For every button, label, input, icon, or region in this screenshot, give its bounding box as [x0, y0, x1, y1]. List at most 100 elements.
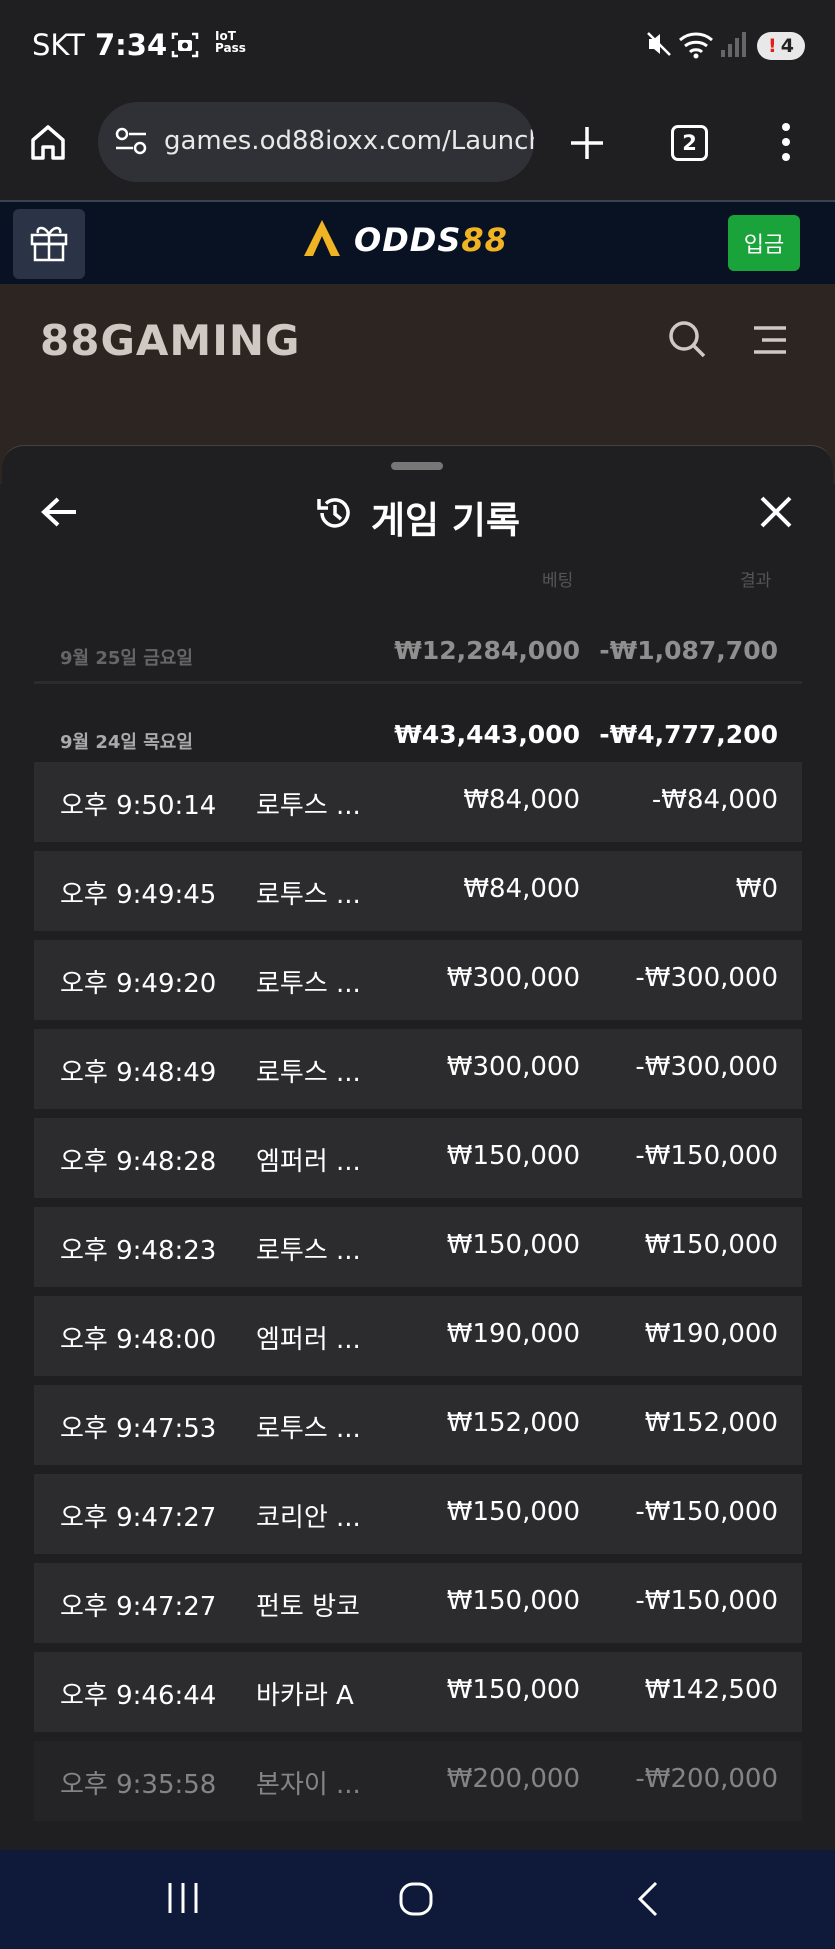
wifi-icon	[678, 30, 714, 64]
record-game: 바카라 A	[256, 1681, 354, 1711]
status-bar: SKT 7:34 IoT Pass ! 4	[0, 0, 835, 92]
record-time: 오후 9:49:20	[60, 969, 217, 999]
record-result: -₩150,000	[635, 1497, 778, 1527]
record-game: 코리안 ...	[256, 1503, 361, 1533]
record-time: 오후 9:46:44	[60, 1681, 217, 1711]
record-row[interactable]: 오후 9:47:27 코리안 ... ₩150,000 -₩150,000	[34, 1474, 802, 1554]
record-time: 오후 9:47:27	[60, 1592, 217, 1622]
record-game: 엠퍼러 ...	[256, 1147, 361, 1177]
pass-label: Pass	[215, 41, 246, 55]
record-row[interactable]: 오후 9:48:49 로투스 ... ₩300,000 -₩300,000	[34, 1029, 802, 1109]
record-bet: ₩300,000	[446, 963, 580, 993]
home-button-icon[interactable]	[398, 1881, 434, 1921]
record-row[interactable]: 오후 9:46:44 바카라 A ₩150,000 ₩142,500	[34, 1652, 802, 1732]
history-icon	[315, 493, 355, 542]
record-bet: ₩190,000	[446, 1319, 580, 1349]
record-result: -₩200,000	[635, 1764, 778, 1794]
record-result: ₩142,500	[644, 1675, 778, 1705]
search-icon[interactable]	[666, 318, 708, 364]
record-game: 로투스 ...	[256, 791, 361, 821]
carrier-label: SKT	[32, 28, 85, 62]
record-bet: ₩84,000	[463, 874, 580, 904]
drag-handle[interactable]	[391, 462, 443, 470]
signal-icon	[720, 30, 746, 62]
day-date: 9월 25일 금요일	[60, 648, 193, 669]
mute-icon	[645, 30, 673, 62]
game-history-sheet: 게임 기록 베팅 결과 9월 25일 금요일 ₩12,284,000 -₩1,0…	[2, 445, 833, 1850]
site-settings-icon[interactable]	[114, 126, 148, 160]
record-time: 오후 9:48:00	[60, 1325, 217, 1355]
browser-toolbar: games.od88ioxx.com/LaunchGame 2	[0, 92, 835, 200]
record-row[interactable]: 오후 9:35:58 본자이 ... ₩200,000 -₩200,000	[34, 1741, 802, 1821]
record-game: 로투스 ...	[256, 880, 361, 910]
88gaming-logo: 88GAMING	[40, 316, 301, 365]
day-bet-total: ₩43,443,000	[394, 720, 580, 749]
logo-mark-icon	[300, 216, 344, 264]
deposit-button[interactable]: 입금	[728, 215, 800, 271]
new-tab-icon[interactable]	[568, 124, 606, 166]
record-result: -₩300,000	[635, 963, 778, 993]
odds88-logo[interactable]: ODDS88	[300, 216, 508, 264]
back-button-icon[interactable]	[636, 1880, 660, 1922]
record-result: -₩84,000	[651, 785, 778, 815]
record-row[interactable]: 오후 9:48:28 엠퍼러 ... ₩150,000 -₩150,000	[34, 1118, 802, 1198]
status-time: SKT 7:34	[32, 28, 167, 62]
record-bet: ₩150,000	[446, 1230, 580, 1260]
record-bet: ₩150,000	[446, 1141, 580, 1171]
tab-switcher-button[interactable]: 2	[671, 125, 708, 161]
record-game: 엠퍼러 ...	[256, 1325, 361, 1355]
day-summary: 9월 24일 목요일 ₩43,443,000 -₩4,777,200	[34, 712, 802, 762]
recent-apps-icon[interactable]	[166, 1880, 200, 1920]
clock: 7:34	[95, 28, 168, 62]
record-row[interactable]: 오후 9:49:45 로투스 ... ₩84,000 ₩0	[34, 851, 802, 931]
record-bet: ₩150,000	[446, 1586, 580, 1616]
record-result: -₩150,000	[635, 1586, 778, 1616]
record-row[interactable]: 오후 9:47:53 로투스 ... ₩152,000 ₩152,000	[34, 1385, 802, 1465]
day-result-total: -₩1,087,700	[599, 636, 778, 665]
home-icon[interactable]	[28, 122, 68, 166]
day-date: 9월 24일 목요일	[60, 732, 193, 753]
more-menu-icon[interactable]	[780, 122, 792, 166]
system-nav-bar	[0, 1850, 835, 1949]
title-text: 게임 기록	[370, 499, 521, 542]
record-game: 로투스 ...	[256, 969, 361, 999]
record-row[interactable]: 오후 9:48:00 엠퍼러 ... ₩190,000 ₩190,000	[34, 1296, 802, 1376]
record-result: -₩150,000	[635, 1141, 778, 1171]
day-bet-total: ₩12,284,000	[394, 636, 580, 665]
record-row[interactable]: 오후 9:50:14 로투스 ... ₩84,000 -₩84,000	[34, 762, 802, 842]
day-summary: 9월 25일 금요일 ₩12,284,000 -₩1,087,700	[34, 624, 802, 684]
record-time: 오후 9:50:14	[60, 791, 217, 821]
record-bet: ₩152,000	[446, 1408, 580, 1438]
record-bet: ₩150,000	[446, 1675, 580, 1705]
address-bar[interactable]: games.od88ioxx.com/LaunchGame	[98, 102, 534, 182]
close-icon[interactable]	[758, 494, 794, 534]
column-header-bet: 베팅	[542, 571, 574, 591]
record-game: 로투스 ...	[256, 1236, 361, 1266]
record-time: 오후 9:48:23	[60, 1236, 217, 1266]
record-bet: ₩200,000	[446, 1764, 580, 1794]
record-row[interactable]: 오후 9:49:20 로투스 ... ₩300,000 -₩300,000	[34, 940, 802, 1020]
sheet-title: 게임 기록	[2, 490, 833, 544]
record-row[interactable]: 오후 9:48:23 로투스 ... ₩150,000 ₩150,000	[34, 1207, 802, 1287]
notification-badge: ! 4	[757, 32, 805, 60]
gift-icon	[28, 221, 70, 267]
record-row[interactable]: 오후 9:47:27 펀토 방코 ₩150,000 -₩150,000	[34, 1563, 802, 1643]
gift-button[interactable]	[13, 209, 85, 279]
record-game: 로투스 ...	[256, 1058, 361, 1088]
iot-pass-icon: IoT Pass	[215, 30, 246, 54]
url-text[interactable]: games.od88ioxx.com/LaunchGame	[164, 126, 534, 156]
record-game: 로투스 ...	[256, 1414, 361, 1444]
day-result-total: -₩4,777,200	[599, 720, 778, 749]
record-game: 펀토 방코	[256, 1592, 360, 1622]
record-game: 본자이 ...	[256, 1770, 361, 1800]
logo-text: ODDS88	[354, 221, 508, 259]
record-result: ₩150,000	[644, 1230, 778, 1260]
record-bet: ₩300,000	[446, 1052, 580, 1082]
record-bet: ₩150,000	[446, 1497, 580, 1527]
record-result: ₩190,000	[644, 1319, 778, 1349]
record-time: 오후 9:48:49	[60, 1058, 217, 1088]
record-result: -₩300,000	[635, 1052, 778, 1082]
record-result: ₩152,000	[644, 1408, 778, 1438]
menu-icon[interactable]	[750, 324, 790, 360]
screenshot-icon	[170, 30, 200, 64]
